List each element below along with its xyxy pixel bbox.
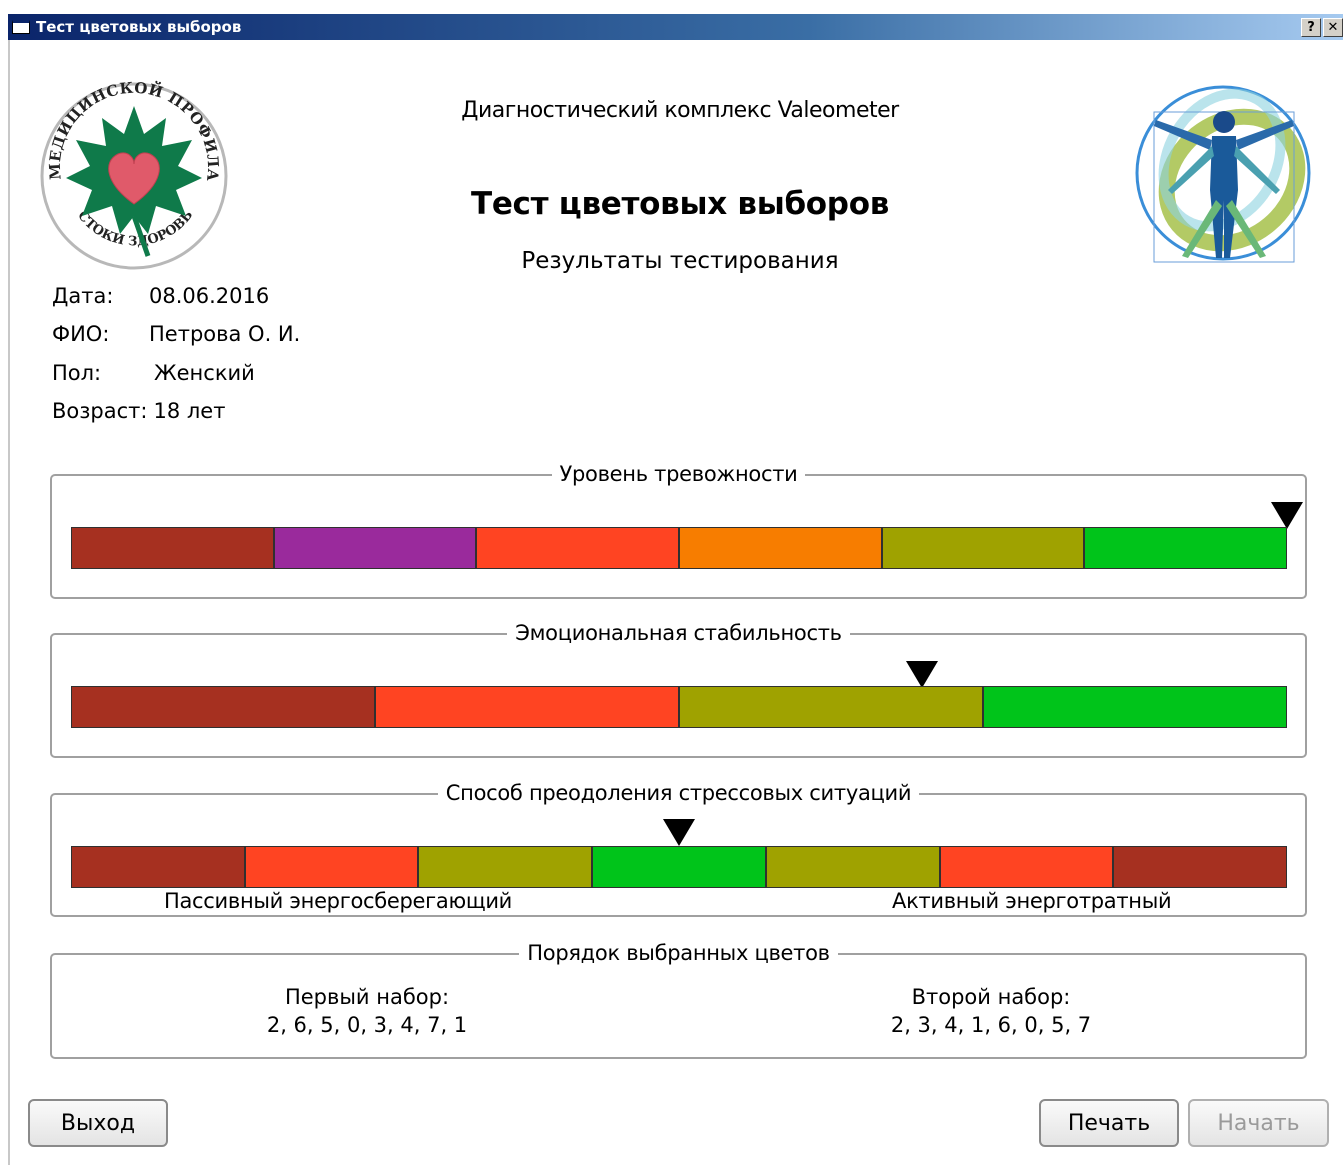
first-set-label: Первый набор: [284, 985, 450, 1009]
stability-marker [906, 661, 939, 688]
sex-value: Женский [154, 361, 255, 385]
colors-order-label: Порядок выбранных цветов [519, 941, 838, 965]
window-title: Тест цветовых выборов [36, 18, 242, 36]
anxiety-segment [72, 528, 275, 568]
app-subtitle: Диагностический комплекс Valeometer [461, 98, 899, 123]
stability-segment [72, 687, 376, 727]
stability-segment [984, 687, 1286, 727]
results-heading: Результаты тестирования [521, 248, 839, 274]
stress-segment [72, 847, 246, 887]
stability-label: Эмоциональная стабильность [507, 621, 850, 645]
date-value: 08.06.2016 [149, 284, 270, 308]
name-label: ФИО: [52, 322, 110, 346]
anxiety-segment [882, 528, 1086, 568]
stress-group: Способ преодоления стрессовых ситуаций П… [50, 781, 1307, 917]
passive-caption: Пассивный энергосберегающий [164, 889, 513, 913]
window-left-border [8, 40, 10, 1165]
second-set-label: Второй набор: [911, 985, 1071, 1009]
anxiety-label: Уровень тревожности [551, 462, 806, 486]
second-set-value: 2, 3, 4, 1, 6, 0, 5, 7 [890, 1013, 1092, 1037]
anxiety-group: Уровень тревожности [50, 462, 1307, 599]
stability-scale [71, 686, 1287, 728]
stress-segment [766, 847, 941, 887]
stability-segment [376, 687, 680, 727]
anxiety-scale [71, 527, 1287, 569]
center-logo: ЦЕНТР МЕДИЦИНСКОЙ ПРОФИЛАКТИКИ «ИСТОКИ З… [36, 66, 228, 270]
name-value: Петрова О. И. [149, 322, 301, 346]
date-label: Дата: [52, 284, 114, 308]
age-value: 18 лет [153, 399, 226, 423]
first-set: Первый набор: 2, 6, 5, 0, 3, 4, 7, 1 [212, 983, 522, 1039]
stress-marker [663, 819, 695, 846]
page-title: Тест цветовых выборов [470, 186, 890, 222]
help-button[interactable]: ? [1301, 18, 1321, 37]
first-set-value: 2, 6, 5, 0, 3, 4, 7, 1 [266, 1013, 468, 1037]
stress-scale [71, 846, 1287, 888]
start-button[interactable]: Начать [1188, 1099, 1329, 1147]
second-set: Второй набор: 2, 3, 4, 1, 6, 0, 5, 7 [836, 983, 1146, 1039]
sex-label: Пол: [52, 361, 102, 385]
anxiety-segment [274, 528, 478, 568]
name-row: ФИО: Петрова О. И. [52, 322, 300, 346]
stability-group: Эмоциональная стабильность [50, 621, 1307, 758]
anxiety-segment [1085, 528, 1287, 568]
stress-segment [940, 847, 1115, 887]
stress-segment [1114, 847, 1287, 887]
date-row: Дата: 08.06.2016 [52, 284, 269, 308]
age-label: Возраст: [52, 399, 148, 423]
anxiety-marker [1271, 502, 1303, 529]
print-button[interactable]: Печать [1039, 1099, 1179, 1147]
window-titlebar: Тест цветовых выборов ? ✕ [8, 14, 1343, 40]
close-button[interactable]: ✕ [1323, 18, 1343, 37]
active-caption: Активный энерготратный [892, 889, 1172, 913]
vitruvian-logo [1135, 85, 1311, 263]
anxiety-segment [477, 528, 681, 568]
exit-button[interactable]: Выход [28, 1099, 168, 1147]
stress-segment [245, 847, 420, 887]
anxiety-segment [680, 528, 883, 568]
stress-segment [419, 847, 594, 887]
colors-order-group: Порядок выбранных цветов Первый набор: 2… [50, 941, 1307, 1059]
age-row: Возраст: 18 лет [52, 399, 225, 423]
stress-label: Способ преодоления стрессовых ситуаций [437, 781, 920, 805]
stress-segment [593, 847, 767, 887]
sex-row: Пол: Женский [52, 361, 255, 385]
stability-segment [680, 687, 984, 727]
window-icon [12, 20, 30, 34]
